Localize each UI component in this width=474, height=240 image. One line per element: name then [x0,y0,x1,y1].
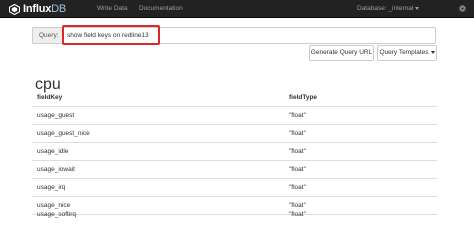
field-key-cell: usage_idle [37,148,69,155]
field-key-cell: usage_iowait [37,166,75,173]
field-key-cell: usage_softirq [37,211,77,218]
top-navbar: InfluxDB Write Data Documentation Databa… [0,0,474,18]
query-templates-label: Query Templates [379,49,429,56]
table-row: usage_iowait "float" [32,161,437,179]
field-type-cell: "float" [289,211,306,218]
column-header-fieldtype: fieldType [289,94,318,101]
query-templates-button[interactable]: Query Templates [377,45,437,61]
table-row: usage_guest "float" [32,107,437,125]
field-type-cell: "float" [289,184,306,191]
field-type-cell: "float" [289,148,306,155]
nav-write-data-link[interactable]: Write Data [97,4,128,13]
brand-name: InfluxDB [23,3,67,15]
table-row: usage_irq "float" [32,179,437,197]
table-row: usage_idle "float" [32,143,437,161]
generate-query-url-button[interactable]: Generate Query URL [309,45,374,61]
field-key-cell: usage_guest_nice [37,130,90,137]
influxdb-logo-icon [9,3,20,15]
table-row: usage_softirq "float" [32,201,437,218]
query-label: Query: [32,27,62,44]
brand-logo[interactable]: InfluxDB [9,2,66,16]
database-label: Database: _internal [357,5,414,12]
nav-documentation-link[interactable]: Documentation [139,4,183,13]
field-key-cell: usage_guest [37,112,75,119]
column-header-fieldkey: fieldKey [37,94,63,101]
series-title: cpu [35,76,61,93]
chevron-down-icon [415,6,420,10]
field-key-cell: usage_irq [37,184,66,191]
field-type-cell: "float" [289,112,306,119]
field-type-cell: "float" [289,166,306,173]
query-highlight-annotation [62,25,160,45]
table-row: usage_guest_nice "float" [32,125,437,143]
gear-icon[interactable] [458,4,467,13]
chevron-down-icon [430,50,435,54]
database-dropdown[interactable]: Database: _internal [357,4,420,13]
field-type-cell: "float" [289,130,306,137]
